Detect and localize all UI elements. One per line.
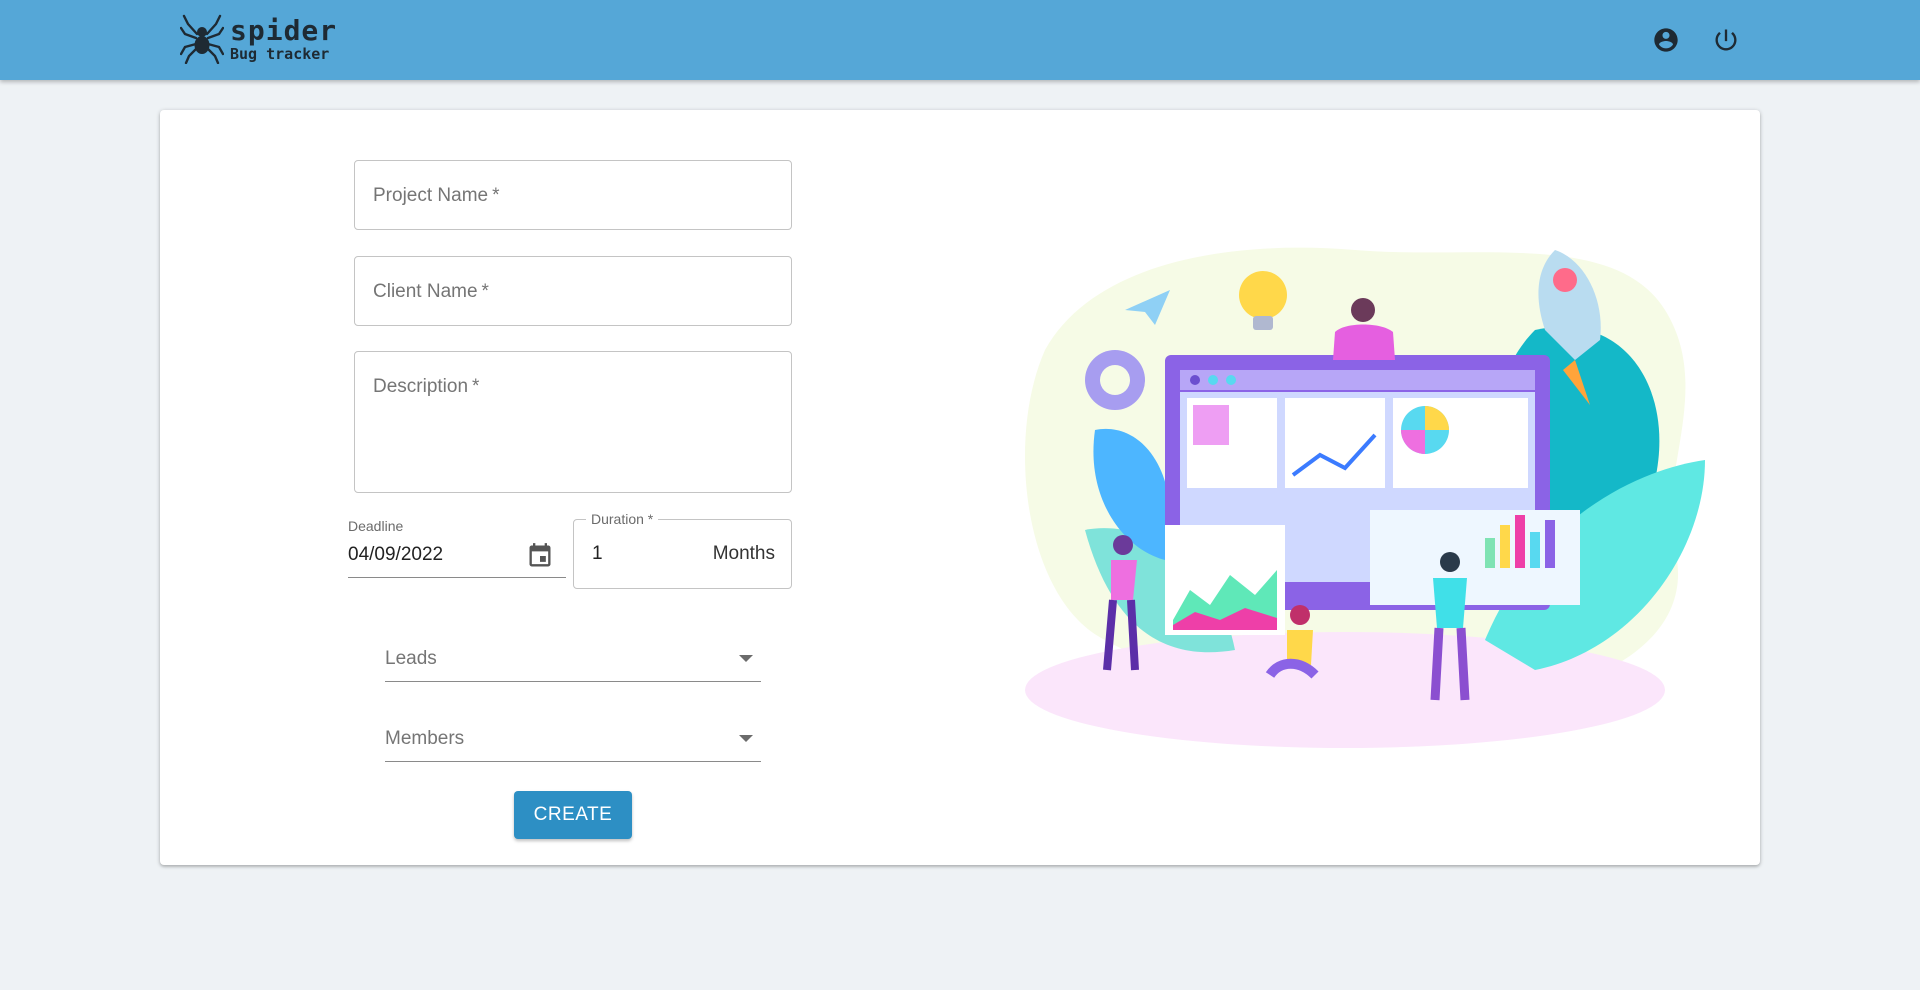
- deadline-label: Deadline: [348, 518, 404, 534]
- leads-underline: [385, 681, 761, 682]
- app-header: spider Bug tracker: [0, 0, 1920, 80]
- brand-tagline: Bug tracker: [230, 44, 330, 63]
- leads-select[interactable]: Leads: [385, 634, 761, 682]
- leads-placeholder: Leads: [385, 648, 437, 669]
- duration-unit: Months: [712, 543, 775, 564]
- team-dashboard-illustration: [1025, 247, 1705, 748]
- project-name-field[interactable]: Project Name *: [354, 160, 792, 230]
- calendar-icon[interactable]: [526, 542, 554, 570]
- duration-value: 1: [592, 543, 603, 564]
- deadline-field[interactable]: Deadline 04/09/2022: [348, 518, 566, 578]
- members-placeholder: Members: [385, 728, 465, 749]
- deadline-underline: [348, 577, 566, 578]
- duration-field[interactable]: Duration * 1 Months: [573, 511, 792, 589]
- create-button[interactable]: CREATE: [514, 791, 632, 839]
- members-select[interactable]: Members: [385, 714, 761, 762]
- brand-name: spider: [230, 13, 338, 47]
- duration-label: Duration *: [586, 511, 659, 527]
- members-underline: [385, 761, 761, 762]
- brand-logo[interactable]: spider Bug tracker: [180, 14, 337, 64]
- deadline-value: 04/09/2022: [348, 544, 444, 565]
- client-name-field[interactable]: Client Name *: [354, 256, 792, 326]
- dropdown-arrow-icon: [739, 735, 753, 742]
- project-name-placeholder: Project Name *: [373, 185, 500, 206]
- spider-icon: [180, 14, 224, 64]
- description-field[interactable]: Description *: [354, 351, 792, 493]
- logout-button[interactable]: [1704, 18, 1748, 62]
- description-placeholder: Description *: [373, 376, 480, 397]
- client-name-placeholder: Client Name *: [373, 281, 489, 302]
- dropdown-arrow-icon: [739, 655, 753, 662]
- power-icon: [1715, 29, 1737, 51]
- account-button[interactable]: [1644, 18, 1688, 62]
- create-project-card: Project Name * Client Name * Description * …: [160, 110, 1760, 865]
- account-circle-icon: [1654, 28, 1678, 52]
